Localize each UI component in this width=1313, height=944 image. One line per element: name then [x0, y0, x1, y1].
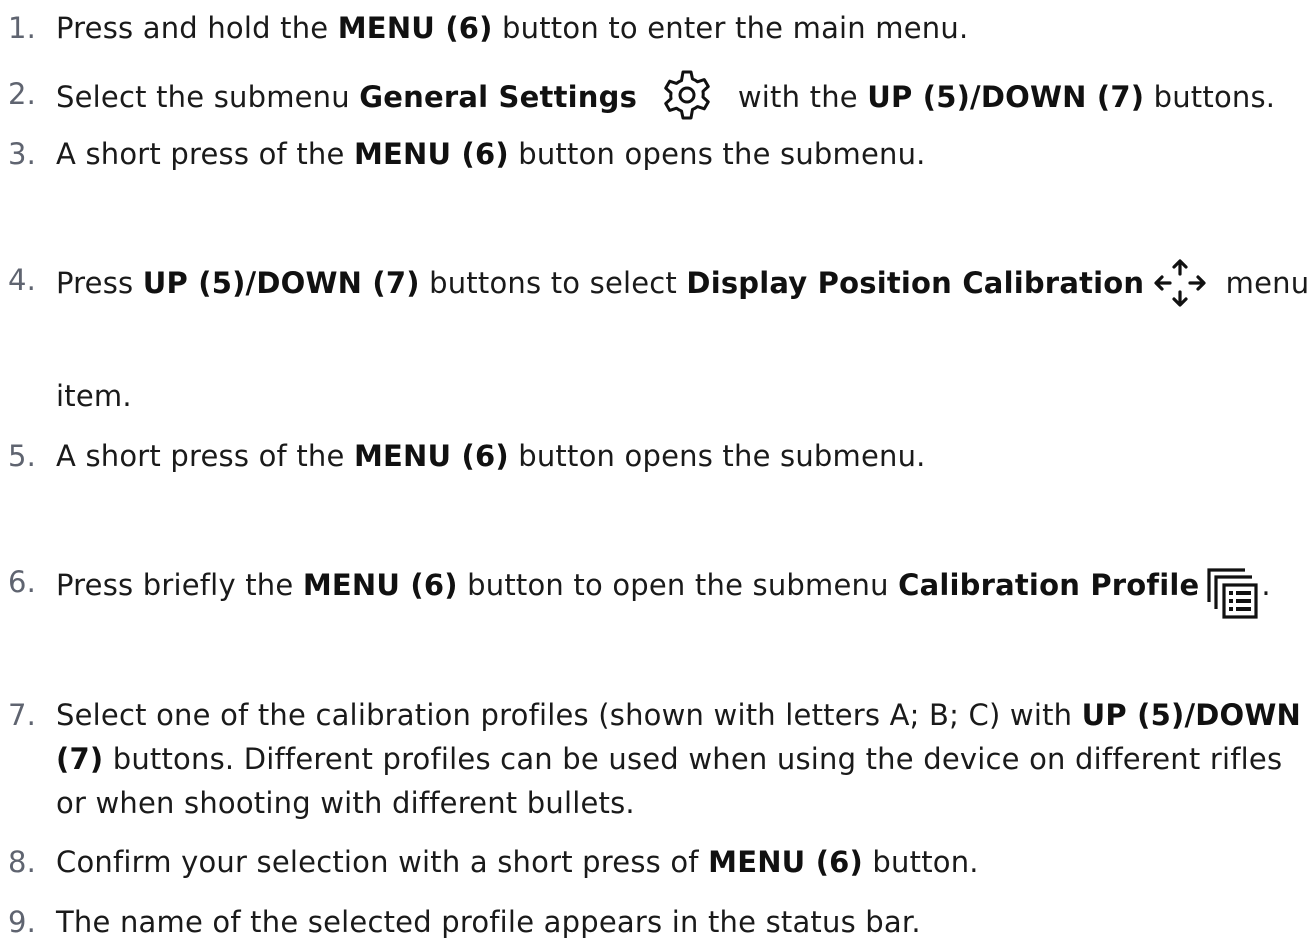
step-text: Press briefly the MENU (6) button to ope… — [56, 560, 1313, 619]
step-number: 3. — [8, 137, 37, 171]
button-name: UP (5)/DOWN (7) — [867, 80, 1145, 114]
button-name: MENU (6) — [708, 845, 864, 879]
move-arrows-icon — [1152, 256, 1208, 310]
step-text: The name of the selected profile appears… — [56, 900, 1313, 944]
text-segment: buttons to select — [419, 266, 687, 300]
step-text: Select the submenu General Settings with… — [56, 70, 1313, 126]
text-segment: . — [1261, 568, 1271, 602]
menu-name: Calibration Profile — [898, 568, 1200, 602]
text-segment: or when shooting with different bullets. — [56, 786, 635, 820]
step-text: A short press of the MENU (6) button ope… — [56, 132, 1313, 176]
text-line: Select one of the calibration profiles (… — [56, 693, 1313, 737]
text-segment: A short press of the — [56, 439, 354, 473]
step-text: Press UP (5)/DOWN (7) buttons to select … — [56, 258, 1313, 312]
step-text: Select one of the calibration profiles (… — [56, 693, 1313, 825]
text-segment: button opens the submenu. — [508, 137, 926, 171]
step-number: 8. — [8, 845, 37, 879]
step-text: A short press of the MENU (6) button ope… — [56, 434, 1313, 478]
step-text: Confirm your selection with a short pres… — [56, 840, 1313, 884]
step-text: Press and hold the MENU (6) button to en… — [56, 6, 1313, 50]
step-number: 5. — [8, 439, 37, 473]
step-number: 6. — [8, 565, 37, 599]
step-number: 2. — [8, 77, 37, 111]
button-name: MENU (6) — [353, 439, 509, 473]
step-number: 9. — [8, 905, 37, 939]
step-number: 7. — [8, 698, 37, 732]
button-name: MENU (6) — [353, 137, 509, 171]
text-segment: Press and hold the — [56, 11, 338, 45]
text-line: or when shooting with different bullets. — [56, 781, 1313, 825]
button-name: UP (5)/DOWN — [1081, 698, 1302, 732]
text-segment: button opens the submenu. — [508, 439, 926, 473]
text-segment: menu — [1216, 266, 1310, 300]
menu-name: Display Position Calibration — [686, 266, 1145, 300]
text-line: (7) buttons. Different profiles can be u… — [56, 737, 1313, 781]
button-name: MENU (6) — [302, 568, 458, 602]
button-name: UP (5)/DOWN (7) — [142, 266, 420, 300]
text-segment: Select the submenu — [56, 80, 360, 114]
text-segment: buttons. Different profiles can be used … — [103, 742, 1283, 776]
button-name: (7) — [56, 742, 104, 776]
text-segment: The name of the selected profile appears… — [56, 905, 921, 939]
text-segment — [637, 80, 646, 114]
text-segment: with the — [728, 80, 868, 114]
text-segment: Press briefly the — [56, 568, 303, 602]
text-segment: button. — [863, 845, 979, 879]
text-segment: Select one of the calibration profiles (… — [56, 698, 1082, 732]
text-segment: button to open the submenu — [457, 568, 899, 602]
calibration-profile-icon — [1205, 566, 1259, 620]
button-name: MENU (6) — [337, 11, 493, 45]
text-segment: A short press of the — [56, 137, 354, 171]
gear-icon — [660, 68, 714, 122]
text-segment: buttons. — [1144, 80, 1276, 114]
menu-name: General Settings — [359, 80, 638, 114]
text-segment: button to enter the main menu. — [492, 11, 969, 45]
text-segment: Press — [56, 266, 143, 300]
step-number: 1. — [8, 11, 37, 45]
step-number: 4. — [8, 263, 37, 297]
text-segment: Confirm your selection with a short pres… — [56, 845, 709, 879]
step-text: item. — [56, 379, 132, 413]
